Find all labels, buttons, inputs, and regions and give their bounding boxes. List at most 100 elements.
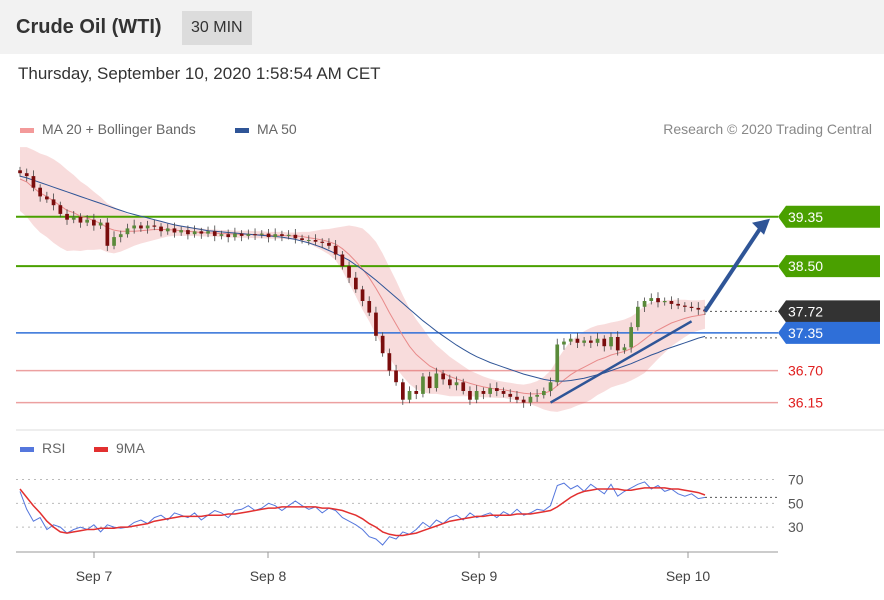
price-label-2: 37.72	[788, 303, 823, 319]
candle-body	[58, 205, 63, 214]
candle-body	[199, 231, 204, 234]
candle-body	[85, 219, 89, 223]
candle-body	[380, 335, 385, 354]
rsi-tick-label: 30	[788, 519, 804, 535]
x-tick-label: Sep 9	[461, 568, 498, 584]
candle-body	[414, 391, 419, 394]
candle-body	[333, 245, 338, 255]
x-tick-label: Sep 8	[250, 568, 287, 584]
price-label-3: 37.35	[788, 325, 823, 341]
price-label-0: 39.35	[788, 209, 823, 225]
candle-body	[669, 301, 674, 304]
candle-body	[320, 241, 325, 243]
candle-body	[226, 234, 231, 238]
price-label-1: 38.50	[788, 258, 823, 274]
candle-body	[159, 226, 163, 232]
candle-body	[374, 312, 378, 336]
candle-body	[206, 231, 210, 234]
candle-body	[145, 225, 150, 229]
rsi-tick-label: 70	[788, 472, 804, 488]
candle-body	[51, 199, 56, 206]
candle-body	[642, 301, 647, 307]
candle-body	[387, 353, 392, 371]
candle-body	[562, 341, 566, 345]
candle-body	[495, 388, 499, 391]
candle-body	[125, 228, 130, 235]
candle-body	[501, 391, 506, 394]
candle-body	[347, 266, 351, 278]
candle-body	[595, 338, 600, 343]
candle-body	[259, 233, 264, 235]
price-label-4: 36.70	[788, 363, 823, 379]
candle-body	[132, 225, 136, 229]
candle-body	[186, 230, 190, 235]
candle-body	[152, 225, 157, 227]
candle-body	[454, 382, 459, 386]
candle-body	[488, 388, 492, 394]
candle-body	[649, 298, 654, 301]
candle-body	[421, 376, 425, 394]
candle-body	[367, 301, 372, 313]
candle-body	[340, 254, 345, 267]
candle-body	[219, 234, 224, 236]
x-tick-label: Sep 7	[76, 568, 113, 584]
candle-body	[528, 396, 533, 403]
candle-body	[468, 391, 472, 400]
rsi-tick-label: 50	[788, 495, 804, 511]
candle-body	[622, 347, 627, 351]
candle-body	[233, 233, 237, 238]
candle-body	[38, 187, 42, 197]
candle-body	[589, 340, 593, 343]
candle-body	[273, 234, 278, 238]
candle-body	[535, 395, 539, 397]
candle-body	[696, 307, 701, 310]
candle-body	[508, 393, 513, 397]
candle-body	[286, 234, 291, 236]
candle-body	[354, 277, 358, 290]
candle-body	[65, 213, 69, 220]
candle-body	[112, 237, 116, 246]
candle-body	[662, 301, 667, 303]
candle-body	[609, 337, 613, 347]
candle-body	[407, 391, 412, 400]
candle-body	[239, 233, 244, 236]
candle-body	[92, 219, 96, 226]
candle-body	[78, 216, 83, 223]
price-chart[interactable]: 39.35 38.50 37.72 37.35 36.70 36.15 30 50 70 Sep …	[0, 0, 884, 600]
candle-body	[575, 338, 580, 343]
candle-body	[360, 289, 365, 301]
candle-body	[98, 222, 103, 226]
candle-body	[212, 231, 217, 236]
price-label-5: 36.15	[788, 395, 823, 411]
candle-body	[615, 337, 620, 351]
candle-body	[31, 176, 36, 188]
candle-body	[165, 228, 170, 232]
candle-body	[427, 376, 432, 389]
candle-body	[246, 234, 251, 236]
candle-body	[327, 242, 331, 246]
candle-body	[542, 391, 546, 396]
forecast-arrow-head	[752, 218, 770, 235]
candle-body	[280, 234, 284, 236]
candle-body	[689, 306, 694, 308]
candle-body	[656, 298, 660, 303]
candle-body	[293, 234, 298, 239]
candle-body	[448, 379, 452, 386]
candle-body	[18, 170, 22, 174]
candle-body	[555, 344, 560, 383]
candle-body	[629, 327, 633, 348]
candle-body	[71, 216, 76, 220]
candle-body	[306, 240, 311, 241]
candle-body	[515, 396, 519, 400]
candle-body	[434, 373, 439, 388]
candle-body	[172, 228, 177, 233]
candle-body	[683, 305, 687, 307]
candle-body	[548, 382, 553, 391]
candle-body	[394, 370, 398, 383]
candle-body	[481, 391, 486, 394]
candle-body	[253, 234, 257, 236]
candle-body	[636, 306, 640, 328]
candle-body	[441, 373, 445, 380]
candle-body	[24, 173, 29, 177]
candle-body	[192, 231, 197, 235]
